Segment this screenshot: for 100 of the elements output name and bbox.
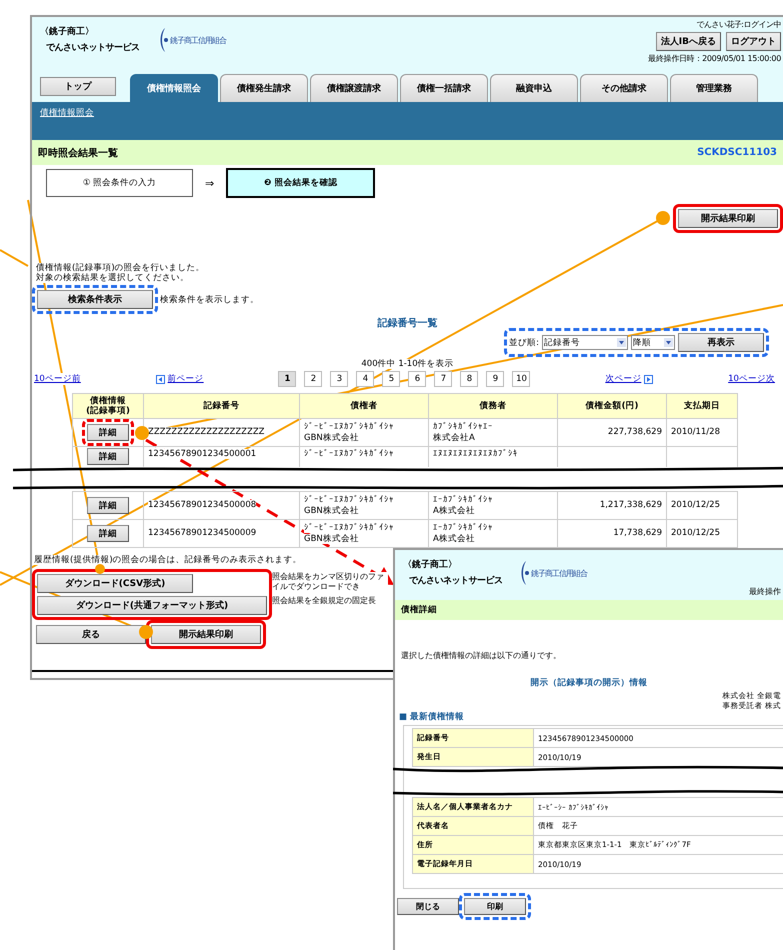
page-number[interactable]: 2: [304, 371, 322, 387]
table-cell: 株式会社A: [433, 432, 475, 442]
table-cell: GBN株式会社: [304, 432, 359, 442]
right-arrow-icon: [644, 374, 654, 384]
page-number[interactable]: 10: [512, 371, 530, 387]
next-10-pages-link[interactable]: 10ページ次: [728, 373, 775, 385]
hint-text: 照会結果をカンマ区切りのファイルでダウンロードでき: [272, 572, 388, 592]
table-cell: ZZZZZZZZZZZZZZZZZZZZ: [148, 427, 264, 437]
dropdown-icon: [664, 338, 673, 347]
callout-dot: [95, 564, 105, 574]
column-header: 債権金額(円): [558, 394, 666, 418]
page-title: 即時照会結果一覧: [38, 146, 118, 160]
detail-button[interactable]: 詳細: [87, 497, 129, 514]
page-number[interactable]: 3: [330, 371, 348, 387]
table-cell: GBN株式会社: [304, 506, 359, 516]
left-arrow-icon: [156, 374, 165, 384]
search-condition-button[interactable]: 検索条件表示: [37, 290, 153, 309]
table-cell: A株式会社: [433, 506, 475, 516]
redisplay-button[interactable]: 再表示: [678, 333, 764, 352]
breadcrumb-link[interactable]: 債権情報照会: [40, 108, 94, 118]
table-cell: 17,738,629: [613, 528, 662, 538]
top-button[interactable]: トップ: [40, 77, 116, 96]
nav-tab[interactable]: 融資申込: [490, 74, 578, 102]
print-button[interactable]: 開示結果印刷: [678, 209, 778, 228]
detail-button[interactable]: 詳細: [87, 525, 129, 542]
page-number[interactable]: 6: [408, 371, 426, 387]
detail-button[interactable]: 詳細: [87, 448, 129, 465]
footer-button[interactable]: 開示結果印刷: [151, 625, 261, 644]
callout-dot: [139, 625, 153, 639]
dialog-button[interactable]: 閉じる: [397, 898, 459, 915]
list-title: 記録番号一覧: [378, 318, 438, 329]
nav-tab[interactable]: 債権一括請求: [400, 74, 488, 102]
prev-page-link[interactable]: 前ページ: [168, 373, 204, 385]
section-title: 開示（記録事項の開示）情報: [530, 677, 648, 689]
header-button[interactable]: 法人IBへ戻る: [656, 32, 721, 51]
nav-tab[interactable]: 債権発生請求: [220, 74, 308, 102]
page-number[interactable]: 1: [278, 371, 296, 387]
table-cell: ｴｰｶﾌﾞｼｷｶﾞｲｼｬ: [433, 522, 493, 532]
nav-tab[interactable]: その他請求: [580, 74, 668, 102]
table-cell: ｼﾞｰﾋﾞｰｴﾇｶﾌﾞｼｷｶﾞｲｼｬ: [304, 522, 394, 532]
last-operation-time: 最終操作: [749, 586, 781, 597]
table-cell: ｼﾞｰﾋﾞｰｴﾇｶﾌﾞｼｷｶﾞｲｼｬ: [304, 449, 394, 459]
prev-10-pages-link[interactable]: 10ページ前: [34, 373, 81, 385]
download-button[interactable]: ダウンロード(CSV形式): [37, 574, 193, 593]
table-cell: 227,738,629: [608, 427, 662, 437]
table-cell: ｼﾞｰﾋﾞｰｴﾇｶﾌﾞｼｷｶﾞｲｼｬ: [304, 494, 394, 504]
table-cell: 12345678901234500008: [148, 500, 256, 510]
step-arrow: ⇒: [205, 176, 214, 190]
logo-icon: [519, 560, 529, 586]
page-number[interactable]: 7: [434, 371, 452, 387]
step-indicator: ❷ 照会結果を確認: [226, 168, 376, 198]
sort-order-select[interactable]: 降順: [631, 335, 675, 350]
dialog-button[interactable]: 印刷: [464, 898, 526, 915]
message-text: 選択した債権情報の詳細は以下の通りです。: [401, 650, 562, 661]
table-cell: 2010/11/28: [671, 427, 720, 437]
step-indicator: ① 照会条件の入力: [46, 169, 193, 197]
service-name: でんさいネットサービス: [45, 42, 140, 54]
service-name: でんさいネットサービス: [408, 574, 504, 587]
table-cell: GBN株式会社: [304, 534, 359, 544]
dropdown-icon: [617, 338, 626, 347]
header-button[interactable]: ログアウト: [726, 32, 781, 51]
sort-label: 並び順:: [509, 336, 539, 348]
column-header: 債権者: [300, 394, 428, 418]
callout-dot: [135, 426, 149, 440]
brand-name: 〈銚子商工〉: [40, 25, 95, 38]
nav-tab[interactable]: 債権譲渡請求: [310, 74, 398, 102]
column-header: 債務者: [428, 394, 558, 418]
last-operation-time: 最終操作日時：2009/05/01 15:00:00: [648, 53, 781, 64]
table-cell: 2010/12/25: [671, 528, 720, 538]
table-cell: A株式会社: [433, 534, 475, 544]
table-cell: ｴﾇｴﾇｴﾇｴﾇｴﾇｴﾇｶﾌﾞｼｷ: [433, 449, 518, 459]
download-button[interactable]: ダウンロード(共通フォーマット形式): [37, 596, 267, 615]
next-page-link[interactable]: 次ページ: [605, 373, 642, 385]
table-cell: 2010/12/25: [671, 500, 720, 510]
sort-field-select[interactable]: 記録番号: [542, 335, 628, 350]
page-number[interactable]: 4: [356, 371, 374, 387]
nav-tab[interactable]: 管理業務: [670, 74, 758, 102]
column-header: 債権情報 (記録事項): [72, 394, 144, 418]
login-status: でんさい花子:ログイン中: [696, 19, 781, 30]
page-title: 債権詳細: [401, 604, 437, 616]
table-cell: ｼﾞｰﾋﾞｰｴﾇｶﾌﾞｼｷｶﾞｲｼｬ: [304, 422, 394, 432]
page-number[interactable]: 8: [460, 371, 478, 387]
page-number[interactable]: 5: [382, 371, 400, 387]
logo-icon: [158, 27, 168, 53]
nav-tab[interactable]: 債権情報照会: [130, 74, 218, 102]
table-cell: ｴｰｶﾌﾞｼｷｶﾞｲｼｬ: [433, 494, 493, 504]
logo-text: 銚子商工信用組合: [531, 568, 587, 578]
result-count: 400件中 1-10件を表示: [361, 359, 454, 369]
table-cell: 12345678901234500001: [148, 449, 256, 459]
column-header: 支払期日: [666, 394, 738, 418]
logo-text: 銚子商工信用組合: [170, 34, 226, 46]
callout-dot: [656, 211, 670, 225]
detail-button[interactable]: 詳細: [87, 424, 129, 441]
page-number[interactable]: 9: [486, 371, 504, 387]
screen-id: SCKDSC11103: [697, 147, 777, 158]
footer-button[interactable]: 戻る: [36, 625, 146, 644]
table-cell: 1,217,338,629: [600, 500, 662, 510]
table-cell: ｶﾌﾞｼｷｶﾞｲｼｬｴｰ: [433, 422, 493, 432]
subsection-title: ■ 最新債権情報: [399, 711, 465, 723]
brand-name: 〈銚子商工〉: [403, 558, 458, 571]
